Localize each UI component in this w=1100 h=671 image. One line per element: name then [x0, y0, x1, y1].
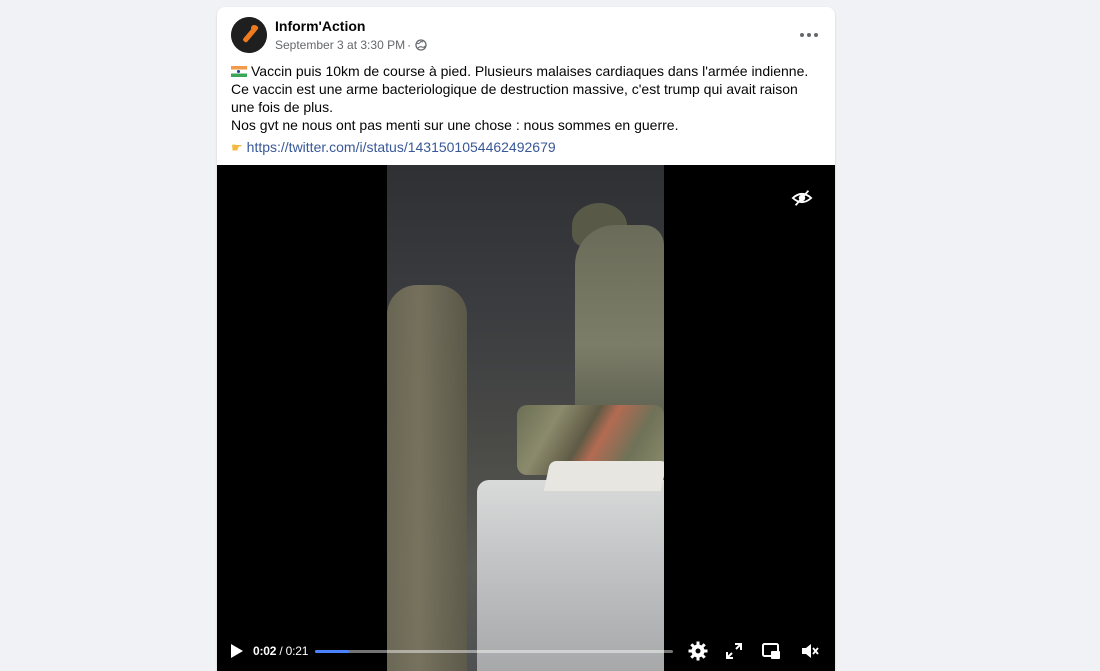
post-text: Vaccin puis 10km de course à pied. Plusi…	[231, 62, 821, 134]
pointing-hand-icon: ☛	[231, 140, 243, 155]
video-time: 0:02 / 0:21	[253, 644, 308, 658]
video-player[interactable]: 0:02 / 0:21	[217, 165, 835, 671]
post-line-3: Nos gvt ne nous ont pas menti sur une ch…	[231, 117, 679, 133]
picture-in-picture-icon[interactable]	[761, 641, 781, 661]
post-card: Inform'Action September 3 at 3:30 PM · V…	[217, 7, 835, 671]
more-options-icon[interactable]	[797, 25, 821, 45]
globe-icon[interactable]	[415, 39, 427, 51]
progress-fill	[315, 650, 349, 653]
time-separator: /	[279, 644, 283, 658]
hide-eye-icon[interactable]	[791, 187, 813, 209]
play-icon[interactable]	[230, 643, 244, 659]
settings-icon[interactable]	[688, 641, 708, 661]
current-time: 0:02	[253, 644, 277, 658]
mute-icon[interactable]	[800, 641, 820, 661]
tweet-link[interactable]: https://twitter.com/i/status/14315010544…	[247, 139, 556, 155]
fullscreen-icon[interactable]	[724, 641, 744, 661]
duration: 0:21	[285, 644, 309, 658]
post-timestamp[interactable]: September 3 at 3:30 PM	[275, 38, 405, 52]
post-line-1: Vaccin puis 10km de course à pied. Plusi…	[231, 62, 821, 80]
post-header: Inform'Action September 3 at 3:30 PM ·	[231, 17, 821, 57]
post-meta: September 3 at 3:30 PM ·	[275, 38, 427, 52]
post-link-line: ☛ https://twitter.com/i/status/1431501054…	[231, 138, 556, 157]
author-name[interactable]: Inform'Action	[275, 18, 365, 34]
video-controls: 0:02 / 0:21	[217, 631, 835, 671]
avatar-logo-icon	[231, 17, 267, 53]
progress-bar[interactable]	[315, 650, 673, 653]
post-line-2: Ce vaccin est une arme bacteriologique d…	[231, 81, 798, 115]
india-flag-icon	[231, 66, 247, 77]
avatar[interactable]	[231, 17, 267, 53]
video-frame[interactable]	[387, 165, 664, 671]
meta-separator: ·	[407, 38, 412, 52]
